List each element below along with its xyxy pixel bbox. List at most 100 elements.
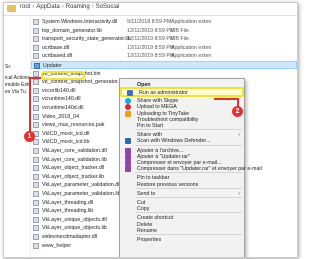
file-name: VkLayer_object_tracker.lib xyxy=(42,173,105,180)
file-name: top_domain_generator.lib xyxy=(42,27,102,34)
folder-icon xyxy=(7,5,16,12)
file-icon xyxy=(33,156,39,163)
menu-separator xyxy=(135,197,242,198)
file-name: Video_2018_04 xyxy=(42,113,80,120)
file-date: 9/11/2018 8:59 PM xyxy=(127,19,172,25)
menu-item-label: Run as administrator xyxy=(139,90,188,97)
file-type: Application exten xyxy=(171,53,212,60)
file-icon xyxy=(33,87,39,94)
file-icon xyxy=(33,216,39,223)
file-icon xyxy=(33,148,39,154)
annotation-line-1 xyxy=(29,77,31,135)
file-icon xyxy=(33,234,39,240)
file-name: vcruntime140.dll xyxy=(42,96,81,103)
file-date: 12/11/2019 8:59 PM xyxy=(127,36,175,43)
menu-item-properties[interactable]: Properties xyxy=(120,236,244,244)
menu-item-label: Restore previous versions xyxy=(137,181,199,188)
breadcrumb: root › AppData › Roaming › SoSocial xyxy=(20,4,121,10)
file-row[interactable]: System.Windows.Interactivity.dll 9/11/201… xyxy=(31,18,297,26)
file-row[interactable]: ucrtbased.dll 12/11/2019 8:59 PM Applicati… xyxy=(31,52,297,60)
file-icon xyxy=(33,105,39,111)
file-name: vccorlib140.dll xyxy=(42,87,76,94)
chevron-right-icon: › xyxy=(238,190,240,197)
nav-item[interactable]: ical Actions xyxy=(5,75,30,81)
annotation-badge-2: 2 xyxy=(232,106,243,117)
breadcrumb-item[interactable]: AppData xyxy=(36,4,59,10)
file-name: ucrtbased.dll xyxy=(42,53,73,60)
file-icon xyxy=(34,63,40,69)
file-name: VkLayer_parameter_validation.lib xyxy=(42,191,121,197)
file-type: Application exten xyxy=(171,44,212,51)
file-name: v8_context_snapshot_generator.lib xyxy=(42,79,125,86)
nav-item[interactable]: es Via Tu xyxy=(5,89,26,95)
nav-item-label: ical Actions xyxy=(5,75,31,81)
menu-item-label: Pin to Start xyxy=(137,123,164,129)
file-type: LIB File xyxy=(171,36,189,43)
breadcrumb-item[interactable]: Roaming xyxy=(66,4,90,10)
menu-item-label: Properties xyxy=(137,237,162,243)
nav-item[interactable]: Sc xyxy=(5,64,11,70)
winrar-icon xyxy=(125,166,131,173)
file-type: LIB File xyxy=(171,27,189,34)
file-name: VkLayer_core_validation.lib xyxy=(42,156,107,163)
breadcrumb-item[interactable]: root xyxy=(20,4,30,10)
menu-item-label: Send to xyxy=(137,190,156,197)
menu-item-run-as-administrator[interactable]: Run as administrator xyxy=(120,87,244,98)
file-name: VkLayer_object_tracker.dll xyxy=(42,165,105,172)
menu-separator xyxy=(135,144,242,146)
file-icon xyxy=(33,191,39,197)
defender-icon xyxy=(125,138,131,145)
file-row[interactable]: top_domain_generator.lib 12/11/2019 8:59 … xyxy=(31,27,297,35)
annotation-line-1b xyxy=(29,77,41,79)
file-icon xyxy=(33,165,39,172)
file-icon xyxy=(33,96,39,103)
file-name: System.Windows.Interactivity.dll xyxy=(42,19,118,25)
file-icon xyxy=(33,173,39,180)
file-name: VkLayer_threading.lib xyxy=(42,208,94,215)
file-name: Updater xyxy=(43,63,62,69)
context-menu: Open Run as administrator Share with Skype… xyxy=(119,78,262,257)
address-bar[interactable]: root › AppData › Roaming › SoSocial xyxy=(4,3,297,16)
breadcrumb-item[interactable]: SoSocial xyxy=(96,4,120,10)
menu-item-label: Copy xyxy=(137,206,150,213)
file-icon xyxy=(33,199,39,206)
file-row[interactable]: Updater xyxy=(31,61,297,69)
file-icon xyxy=(33,242,39,249)
menu-separator xyxy=(135,187,242,189)
file-icon xyxy=(33,79,39,86)
file-icon xyxy=(33,44,39,51)
file-name: www_helper xyxy=(42,242,72,249)
breadcrumb-separator: › xyxy=(91,4,94,10)
shield-icon xyxy=(127,90,133,97)
file-type: Application exten xyxy=(171,19,212,25)
file-icon xyxy=(33,113,39,120)
file-icon xyxy=(33,139,39,146)
file-icon xyxy=(33,70,39,77)
nav-item-label: imable Exte xyxy=(5,82,32,88)
file-date: 12/11/2019 8:59 PM xyxy=(127,27,175,34)
nav-item[interactable]: imable Exte xyxy=(5,82,31,88)
annotation-badge-1: 1 xyxy=(24,131,35,142)
breadcrumb-separator: › xyxy=(32,4,35,10)
menu-item-label: Compresser dans "Updater.rar" et envoyer… xyxy=(137,166,262,173)
file-row[interactable]: transport_security_state_generator.lib 12… xyxy=(31,35,297,43)
menu-separator xyxy=(135,212,242,214)
file-icon xyxy=(33,208,39,215)
menu-separator xyxy=(135,129,242,131)
breadcrumb-separator: › xyxy=(61,4,64,10)
file-name: vcruntime140d.dll xyxy=(42,105,84,111)
updater-highlight xyxy=(41,71,85,80)
file-name: VkLayer_threading.dll xyxy=(42,199,94,206)
file-row[interactable]: ucrtbase.dll 12/11/2019 8:59 PM Applicatio… xyxy=(31,44,297,52)
file-name: VkLayer_parameter_validation.dll xyxy=(42,182,121,189)
nav-item-label: Sc xyxy=(5,64,11,70)
file-name: widevinecdmadapter.dll xyxy=(42,234,98,240)
annotation-line-2b xyxy=(214,98,239,100)
menu-separator xyxy=(135,234,242,235)
menu-item-label: Rename xyxy=(137,227,158,234)
file-name: ucrtbase.dll xyxy=(42,44,70,51)
nav-item-label: es Via Tu xyxy=(5,89,26,95)
file-icon xyxy=(33,19,39,25)
file-name: transport_security_state_generator.lib xyxy=(42,36,131,43)
file-icon xyxy=(33,53,39,60)
